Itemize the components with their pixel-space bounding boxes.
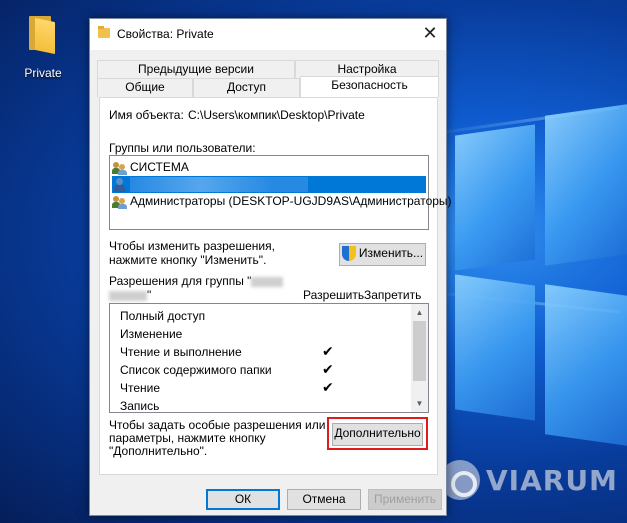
allow-checkmark-icon: ✔: [322, 362, 334, 378]
group-item-system[interactable]: СИСТЕМА: [112, 159, 426, 176]
redacted-group-name: [251, 276, 284, 287]
dialog-titlebar[interactable]: Свойства: Private ✕: [90, 19, 446, 50]
groups-label: Группы или пользователи:: [109, 141, 256, 155]
allow-checkmark-icon: ✔: [322, 344, 334, 360]
scroll-thumb[interactable]: [413, 321, 426, 381]
user-group-icon: [112, 161, 128, 175]
allow-column-header: Разрешить: [303, 288, 365, 302]
apply-button[interactable]: Применить: [368, 489, 442, 510]
permission-name: Запись: [120, 399, 160, 413]
ok-button[interactable]: ОК: [206, 489, 280, 510]
desktop-folder-private[interactable]: Private: [18, 10, 68, 80]
permission-row: Список содержимого папки: [120, 361, 272, 379]
group-item-label: Администраторы (DESKTOP-UGJD9AS\Админист…: [130, 194, 452, 208]
folder-icon: [26, 12, 60, 55]
security-tab-panel: Имя объекта: C:\Users\компик\Desktop\Pri…: [99, 97, 452, 475]
object-name-value: C:\Users\компик\Desktop\Private: [188, 108, 365, 122]
logo-pane: [455, 274, 535, 421]
tab-previous-versions[interactable]: Предыдущие версии: [97, 60, 295, 79]
permission-row: Запись: [120, 397, 160, 413]
group-item-user[interactable]: [112, 176, 426, 193]
tab-sharing[interactable]: Доступ: [193, 78, 300, 97]
object-name-label: Имя объекта:: [109, 108, 184, 122]
close-button[interactable]: ✕: [416, 21, 444, 47]
change-button-label: Изменить...: [358, 246, 424, 260]
permissions-scrollbar[interactable]: ▲ ▼: [411, 304, 428, 412]
permissions-for-label: Разрешения для группы " ": [109, 274, 284, 302]
user-icon: [112, 177, 128, 192]
change-hint: Чтобы изменить разрешения, нажмите кнопк…: [109, 239, 275, 267]
uac-shield-icon: [341, 246, 356, 262]
permission-name: Изменение: [120, 327, 183, 341]
watermark-text: VIARUM: [486, 464, 618, 497]
advanced-hint: Чтобы задать особые разрешения или парам…: [109, 418, 326, 458]
user-group-icon: [112, 195, 128, 209]
tab-security[interactable]: Безопасность: [300, 76, 439, 97]
permission-name: Список содержимого папки: [120, 363, 272, 377]
group-item-administrators[interactable]: Администраторы (DESKTOP-UGJD9AS\Админист…: [112, 193, 452, 210]
scroll-down-arrow[interactable]: ▼: [411, 395, 428, 412]
permission-row: Чтение и выполнение: [120, 343, 242, 361]
groups-listbox[interactable]: СИСТЕМА Администраторы (DESKTOP-UGJD9AS\…: [109, 155, 452, 230]
advanced-highlight-frame: [327, 417, 428, 450]
scroll-up-arrow[interactable]: ▲: [411, 304, 428, 321]
logo-pane: [545, 284, 627, 446]
redacted-username: [130, 177, 308, 193]
group-item-label: СИСТЕМА: [130, 160, 189, 174]
logo-pane: [455, 124, 535, 271]
change-button[interactable]: Изменить...: [339, 243, 426, 266]
tab-general[interactable]: Общие: [97, 78, 193, 97]
permission-row: Полный доступ: [120, 307, 205, 325]
cancel-button[interactable]: Отмена: [287, 489, 361, 510]
permission-row: Чтение: [120, 379, 160, 397]
dialog-title: Свойства: Private: [117, 27, 214, 41]
allow-checkmark-icon: ✔: [322, 380, 334, 396]
deny-column-header: Запретить: [364, 288, 422, 302]
folder-icon: [98, 26, 110, 38]
permission-name: Полный доступ: [120, 309, 206, 323]
permissions-listbox[interactable]: Полный доступ Изменение Чтение и выполне…: [109, 303, 429, 413]
permission-row: Изменение: [120, 325, 182, 343]
properties-dialog: Свойства: Private ✕ Предыдущие версии На…: [89, 18, 452, 516]
permission-name: Чтение и выполнение: [120, 345, 242, 359]
permissions-for-prefix: Разрешения для группы ": [109, 274, 252, 288]
permission-name: Чтение: [120, 381, 161, 395]
logo-pane: [545, 104, 627, 266]
redacted-group-name: [109, 290, 147, 301]
desktop-folder-label: Private: [24, 66, 62, 80]
permissions-for-suffix: ": [147, 288, 152, 302]
watermark-logo: VIARUM: [440, 458, 625, 502]
